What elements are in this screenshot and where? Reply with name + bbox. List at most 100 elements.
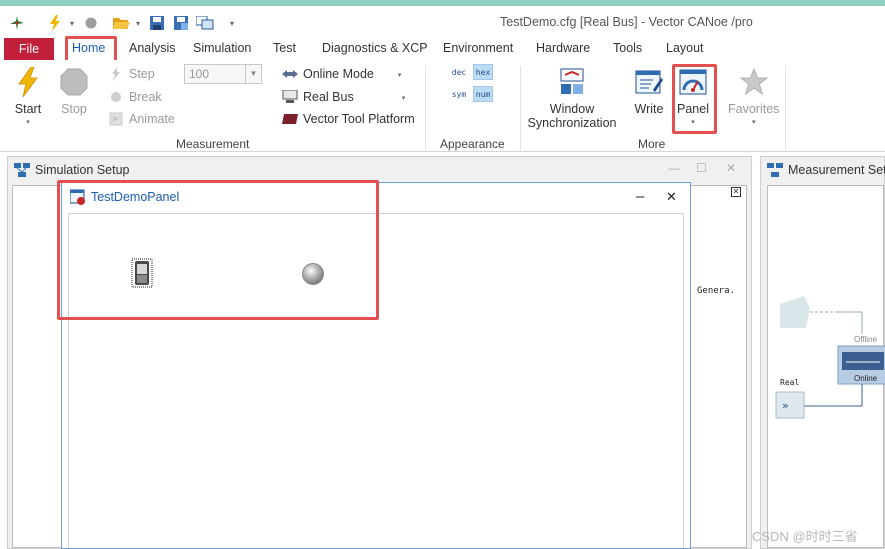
tab-tools[interactable]: Tools [613,41,642,55]
tab-test[interactable]: Test [273,41,296,55]
animation-speed-combo[interactable]: 100 ▼ [184,64,262,84]
tab-simulation[interactable]: Simulation [193,41,251,55]
simulation-setup-title: Simulation Setup [35,163,130,177]
write-label: Write [634,102,664,116]
toggle-switch-icon [131,258,153,288]
chevron-down-icon[interactable]: ▾ [398,71,402,79]
vector-tool-platform-icon [282,111,298,127]
tab-environment[interactable]: Environment [443,41,513,55]
online-mode-label: Online Mode [303,67,374,81]
speed-value: 100 [189,67,210,81]
sym-toggle[interactable]: sym [449,86,469,102]
chevron-down-icon[interactable]: ▾ [70,19,74,28]
break-button[interactable]: Break [108,89,162,105]
measurement-setup-header: Measurement Set [761,157,885,183]
folder-icon [780,296,810,328]
dec-toggle[interactable]: dec [449,64,469,80]
write-button[interactable]: Write [633,66,665,116]
test-demo-panel-titlebar[interactable]: TestDemoPanel – ✕ [62,183,690,211]
window-sync-label-2: Synchronization [527,116,617,130]
animate-icon [108,111,124,127]
measurement-setup-title: Measurement Set [788,163,885,177]
customize-quick-access-icon[interactable]: ▾ [230,19,234,28]
chevron-down-icon[interactable]: ▼ [245,65,261,83]
group-label-measurement: Measurement [176,137,250,151]
save-as-icon[interactable] [172,14,190,32]
network-icon [767,162,783,178]
hex-toggle[interactable]: hex [473,64,493,80]
network-windows-icon[interactable] [196,14,214,32]
favorites-label: Favorites [728,102,780,116]
open-folder-icon[interactable] [112,14,130,32]
led-gray-icon [302,263,324,285]
tab-home[interactable]: Home [72,41,105,55]
break-icon [108,89,124,105]
switch-control[interactable] [131,258,153,288]
star-icon [738,66,770,98]
offline-label: Offline [854,335,877,344]
animate-button[interactable]: Animate [108,111,175,127]
tab-analysis[interactable]: Analysis [129,41,176,55]
animate-label: Animate [129,112,175,126]
close-button[interactable]: ✕ [666,189,677,205]
panel-button[interactable]: Panel ▾ [677,66,709,126]
num-toggle[interactable]: num [473,86,493,102]
panel-window-icon [70,189,86,205]
start-label: Start [14,102,42,116]
quick-access-toolbar: ▾ ▾ ▾ [8,14,242,32]
tab-layout[interactable]: Layout [666,41,704,55]
window-title: TestDemo.cfg [Real Bus] - Vector CANoe /… [500,15,753,29]
real-bus-dropdown[interactable]: Real Bus ▾ [282,89,405,105]
real-bus-icon [282,89,298,105]
svg-text:»: » [782,399,789,412]
step-button[interactable]: Step [108,66,155,82]
canoe-logo-icon [8,14,26,32]
vector-tool-platform-button[interactable]: Vector Tool Platform [282,111,415,127]
ribbon: Start ▾ Stop Step Break Animate 100 ▼ On… [0,60,885,152]
window-sync-icon [556,66,588,98]
chevron-down-icon[interactable]: ▾ [402,94,406,102]
online-mode-dropdown[interactable]: Online Mode ▾ [282,66,401,82]
group-separator [425,66,426,150]
stop-button[interactable]: Stop [58,66,90,116]
minimize-icon[interactable]: — [668,161,680,175]
panel-client-area [68,213,684,548]
chevron-down-icon[interactable]: ▾ [691,118,695,126]
measurement-setup-canvas[interactable]: » Offline Online Real [767,185,885,548]
tab-hardware[interactable]: Hardware [536,41,590,55]
tab-file[interactable]: File [4,38,54,60]
real-bus-label: Real Bus [303,90,354,104]
network-icon [14,162,30,178]
inner-close-icon[interactable]: ✕ [731,187,741,197]
start-lightning-icon[interactable] [46,14,64,32]
test-demo-panel-window[interactable]: TestDemoPanel – ✕ [61,182,691,549]
step-icon [108,66,124,82]
minimize-button[interactable]: – [636,188,644,205]
stop-circle-icon[interactable] [82,14,100,32]
lightning-icon [12,66,44,98]
measurement-diagram: » [775,296,885,419]
online-mode-icon [282,66,298,82]
stop-label: Stop [61,102,87,116]
led-indicator [301,262,325,286]
window-synchronization-button[interactable]: Window Synchronization [527,66,617,130]
chevron-down-icon[interactable]: ▾ [26,118,30,126]
start-button[interactable]: Start ▾ [12,66,44,126]
write-window-icon [633,66,665,98]
chevron-down-icon[interactable]: ▾ [752,118,756,126]
online-label: Online [854,374,878,383]
tab-diagnostics-xcp[interactable]: Diagnostics & XCP [322,41,428,55]
real-bus-block [775,391,805,419]
ribbon-tab-bar: File Home Analysis Simulation Test Diagn… [0,38,885,60]
simulation-setup-header: Simulation Setup — ☐ ✕ [8,157,751,183]
chevron-down-icon[interactable]: ▾ [136,19,140,28]
group-separator [520,66,521,150]
favorites-button[interactable]: Favorites ▾ [728,66,779,126]
watermark: CSDN @时时三省 [752,529,858,544]
save-icon[interactable] [148,14,166,32]
maximize-icon[interactable]: ☐ [696,161,707,175]
close-icon[interactable]: ✕ [726,161,736,175]
test-demo-panel-title: TestDemoPanel [91,190,180,204]
title-bar: ▾ ▾ ▾ TestDemo.cfg [Real Bus] - Vector C… [0,0,885,38]
group-label-appearance: Appearance [440,137,505,151]
